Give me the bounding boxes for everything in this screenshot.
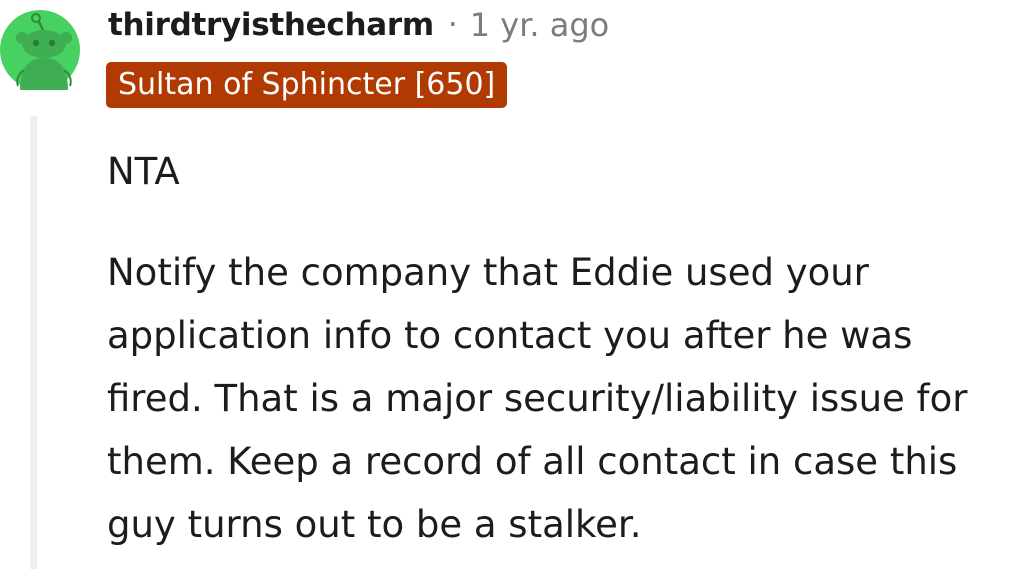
comment: thirdtryisthecharm · 1 yr. ago Sultan of…: [0, 0, 1018, 569]
comment-paragraph-2: Notify the company that Eddie used your …: [107, 251, 968, 546]
meta-separator: ·: [447, 7, 458, 43]
comment-body: NTA Notify the company that Eddie used y…: [107, 140, 1012, 556]
thread-collapse-line[interactable]: [30, 116, 37, 569]
username-link[interactable]: thirdtryisthecharm: [108, 7, 434, 43]
comment-meta: thirdtryisthecharm · 1 yr. ago: [108, 0, 609, 50]
timestamp[interactable]: 1 yr. ago: [470, 6, 610, 44]
user-flair: Sultan of Sphincter [650]: [106, 62, 508, 108]
comment-paragraph-1: NTA: [107, 150, 180, 193]
snoo-avatar-icon[interactable]: [0, 8, 80, 92]
